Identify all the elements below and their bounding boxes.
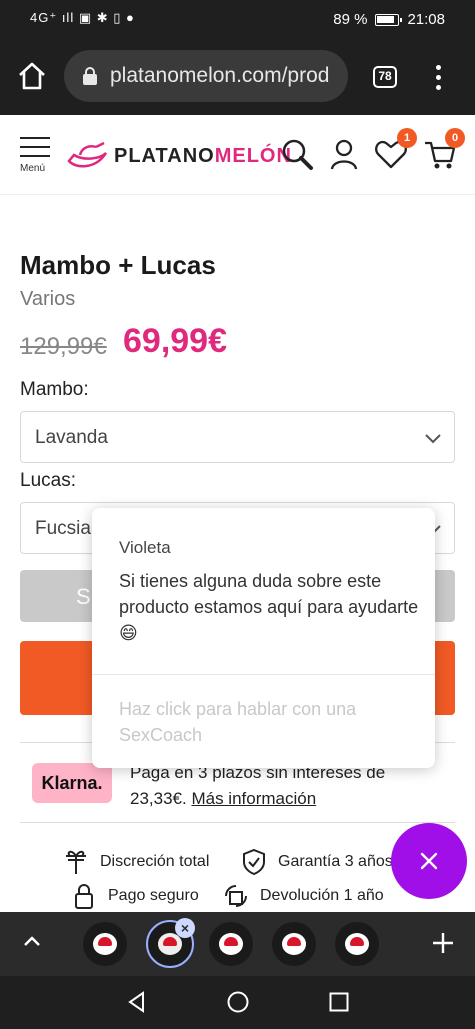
lucas-selected-value: Fucsia [35,518,91,539]
tab-thumbnail[interactable] [335,922,379,966]
mambo-label: Mambo: [20,379,89,400]
logo-text: PLATANO [114,144,215,167]
clock: 21:08 [407,11,445,28]
banana-logo-icon [67,141,108,168]
tab-thumbnail[interactable] [83,922,127,966]
chat-close-button[interactable] [391,823,467,899]
site-header: Menú PLATANO MELÓN 1 0 [0,115,475,195]
system-nav-bar [0,976,475,1029]
home-circle-icon[interactable] [226,990,250,1014]
feature-label: Garantía 3 años [278,853,393,870]
product-brand: Varios [20,288,76,310]
overflow-menu-icon[interactable] [430,62,446,92]
current-price: 69,99€ [123,322,227,360]
divider [92,674,435,675]
feature-returns: Devolución 1 año [222,882,384,910]
menu-button[interactable]: Menú [20,137,50,174]
chat-agent-name: Violeta [119,538,171,557]
browser-toolbar: platanomelon.com/prod 78 [0,38,475,115]
tab-thumbnail[interactable] [209,922,253,966]
hamburger-icon [20,137,50,139]
klarna-more-info-link[interactable]: Más información [191,789,316,808]
url-text: platanomelon.com/prod [110,64,330,87]
signal-text: 4G⁺ ıll [30,10,75,25]
lucas-label: Lucas: [20,470,76,491]
lock-icon [83,67,97,85]
lock-icon [75,884,93,909]
feature-label: Devolución 1 año [260,887,384,904]
site-favicon-icon [158,933,182,955]
return-box-icon [225,885,247,907]
site-logo[interactable]: PLATANO MELÓN [66,141,292,171]
wishlist-badge: 1 [397,128,417,148]
battery-icon [375,13,403,26]
home-icon[interactable] [16,60,48,92]
account-icon[interactable] [327,137,361,171]
feature-warranty: Garantía 3 años [240,848,393,876]
huawei-logo-icon [219,933,243,955]
tab-switcher-button[interactable]: 78 [373,66,397,88]
search-icon[interactable] [280,137,314,171]
battery-percent: 89 % [333,11,368,28]
feature-label: Pago seguro [108,887,199,904]
mambo-selected-value: Lavanda [35,427,108,448]
address-bar[interactable]: platanomelon.com/prod [64,50,348,102]
feature-label: Discreción total [100,853,210,870]
huawei-logo-icon [93,933,117,955]
klarna-logo: Klarna. [32,763,112,803]
close-icon [420,852,438,870]
back-icon[interactable] [125,990,149,1014]
mambo-color-select[interactable]: Lavanda [20,411,455,463]
chevron-up-icon[interactable] [22,932,42,952]
status-bar: 4G⁺ ıll ▣ ✱ ▯ ● 89 % 21:08 [0,0,475,38]
feature-secure-payment: Pago seguro [70,882,199,910]
cart-badge: 0 [445,128,465,148]
close-tab-icon[interactable]: × [175,918,195,938]
feature-discretion: Discreción total [62,848,209,876]
old-price: 129,99€ [20,333,107,360]
chat-input[interactable]: Haz click para hablar con una SexCoach [119,696,409,748]
product-title: Mambo + Lucas [20,250,216,280]
new-tab-plus-icon[interactable] [430,930,456,956]
gift-icon [66,850,86,874]
signal-indicators: 4G⁺ ıll ▣ ✱ ▯ ● [30,10,135,25]
menu-label: Menú [20,163,46,174]
chat-message: Si tienes alguna duda sobre este product… [119,571,419,643]
divider [20,822,455,823]
shield-check-icon [243,848,265,876]
huawei-logo-icon [282,933,306,955]
tab-thumbnail[interactable] [272,922,316,966]
chevron-down-icon [425,434,441,444]
chat-popup[interactable]: Violeta Si tienes alguna duda sobre este… [92,508,435,768]
recents-square-icon[interactable] [327,990,351,1014]
huawei-logo-icon [345,933,369,955]
